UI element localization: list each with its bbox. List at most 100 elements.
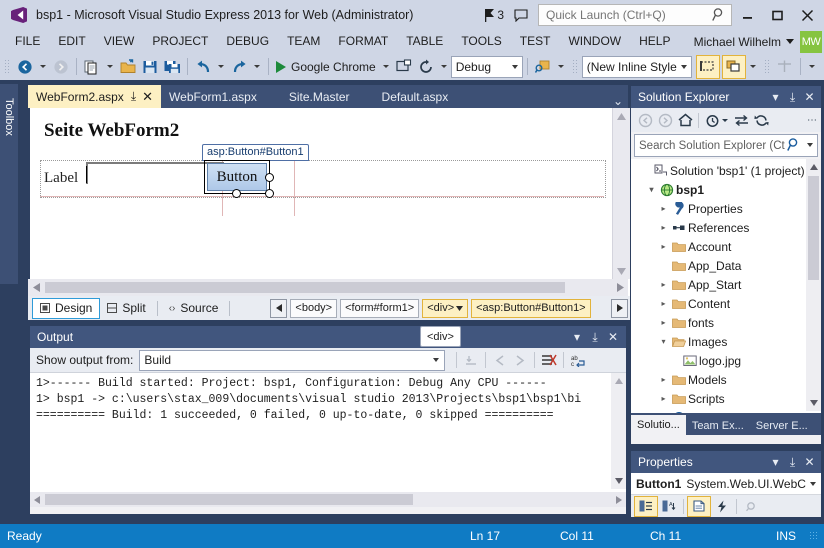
maximize-button[interactable] (762, 0, 792, 30)
breadcrumb-form[interactable]: <form#form1> (340, 298, 420, 318)
tree-item-fonts[interactable]: ▸ fonts (631, 313, 821, 332)
sync-with-active-document-icon[interactable] (731, 110, 751, 130)
panel-tab-solution-explorer[interactable]: Solutio... (631, 415, 686, 435)
properties-title-bar[interactable]: Properties ▾ ⤓ ✕ (631, 451, 821, 473)
style-application-button[interactable] (695, 54, 720, 79)
toolbox-tab[interactable]: Toolbox (0, 86, 18, 148)
panel-tab-server-explorer[interactable]: Server E... (750, 417, 814, 435)
tree-item-account[interactable]: ▸ Account (631, 237, 821, 256)
refresh-icon[interactable] (751, 110, 771, 130)
target-rule-button[interactable] (721, 54, 746, 79)
signed-in-user-name[interactable]: Michael Wilhelm (694, 35, 781, 49)
expander[interactable]: ▸ (657, 204, 670, 213)
chevron-down-icon[interactable] (786, 39, 794, 44)
close-icon[interactable]: ✕ (801, 451, 818, 473)
quick-launch-box[interactable] (538, 4, 732, 26)
attach-to-process-button[interactable] (532, 56, 554, 78)
breadcrumb-prev-button[interactable] (270, 298, 288, 318)
output-hscroll-thumb[interactable] (45, 494, 413, 505)
scroll-down-arrow-icon[interactable] (611, 473, 626, 489)
scroll-down-arrow-icon[interactable] (613, 263, 629, 279)
scroll-left-arrow-icon[interactable] (28, 280, 44, 296)
new-item-dropdown-icon[interactable] (107, 65, 113, 68)
navigate-backward-button[interactable] (14, 56, 36, 78)
categorized-view-button[interactable] (634, 495, 658, 517)
tree-item-models[interactable]: ▸ Models (631, 370, 821, 389)
new-item-button[interactable] (81, 56, 103, 78)
doc-tab-sitemaster[interactable]: Site.Master (265, 85, 358, 108)
search-icon[interactable] (787, 137, 801, 152)
minimize-button[interactable] (732, 0, 762, 30)
design-surface[interactable]: Seite WebForm2 Label asp:Button#Button1 … (28, 108, 630, 296)
expander[interactable]: ▾ (657, 337, 670, 346)
doc-tab-default[interactable]: Default.aspx (358, 85, 457, 108)
redo-button[interactable] (228, 56, 250, 78)
menu-debug[interactable]: DEBUG (217, 30, 278, 53)
pin-icon[interactable]: ⤓ (784, 451, 801, 473)
notifications-button[interactable]: 3 (485, 8, 504, 22)
chevron-down-icon[interactable] (680, 64, 687, 69)
style-toolbar-overflow-icon[interactable] (749, 65, 756, 68)
solution-explorer-search-box[interactable]: Search Solution Explorer (Ct (634, 134, 818, 157)
window-menu-icon[interactable]: ▾ (767, 86, 784, 108)
expander[interactable]: ▸ (657, 299, 670, 308)
redo-dropdown-icon[interactable] (254, 65, 260, 68)
open-file-button[interactable] (117, 56, 139, 78)
close-icon[interactable]: ✕ (801, 86, 818, 108)
asp-button-control[interactable]: Button (207, 163, 267, 191)
solution-tree-scrollbar[interactable] (806, 159, 821, 411)
properties-object-combo[interactable]: Button1 System.Web.UI.WebC (631, 473, 821, 495)
inline-style-combo[interactable]: (New Inline Style (581, 55, 692, 78)
menu-table[interactable]: TABLE (397, 30, 452, 53)
expander[interactable]: ▸ (657, 280, 670, 289)
refresh-dropdown-icon[interactable] (440, 65, 447, 68)
events-view-button[interactable] (711, 497, 733, 516)
menu-team[interactable]: TEAM (278, 30, 329, 53)
solution-tree[interactable]: Solution 'bsp1' (1 project) ▾ bsp1 ▸ Pro… (631, 159, 821, 413)
design-vertical-scrollbar[interactable] (612, 108, 630, 279)
breadcrumb-next-button[interactable] (611, 298, 628, 318)
resize-handle-southeast[interactable] (265, 189, 274, 198)
expander[interactable]: ▸ (657, 394, 670, 403)
toolbar-options-icon[interactable] (557, 65, 564, 68)
resize-handle-east[interactable] (265, 173, 274, 182)
menu-file[interactable]: FILE (6, 30, 49, 53)
browse-with-button[interactable] (393, 56, 415, 78)
properties-view-button[interactable] (687, 495, 711, 517)
scroll-up-arrow-icon[interactable] (613, 108, 629, 124)
scroll-right-arrow-icon[interactable] (612, 493, 626, 507)
pin-icon[interactable]: ⤓ (131, 89, 136, 104)
window-menu-icon[interactable]: ▾ (767, 451, 784, 473)
tree-item-content[interactable]: ▸ Content (631, 294, 821, 313)
menu-window[interactable]: WINDOW (559, 30, 630, 53)
doc-tab-webform2[interactable]: WebForm2.aspx ⤓ ✕ (28, 85, 162, 108)
scroll-left-arrow-icon[interactable] (30, 493, 44, 507)
chevron-down-icon[interactable] (722, 118, 728, 122)
tree-item-solution[interactable]: Solution 'bsp1' (1 project) (631, 161, 821, 180)
expander[interactable]: ▸ (657, 318, 670, 327)
save-button[interactable] (139, 56, 161, 78)
menu-format[interactable]: FORMAT (329, 30, 397, 53)
close-icon[interactable]: ✕ (604, 326, 622, 348)
breadcrumb-div[interactable]: <div> (422, 298, 469, 318)
expander[interactable]: ▸ (657, 223, 670, 232)
solution-configuration-combo[interactable]: Debug (450, 55, 523, 78)
expander[interactable]: ▸ (657, 375, 670, 384)
pending-changes-icon[interactable] (702, 110, 722, 130)
tab-overflow-icon[interactable]: ⌄ (608, 94, 628, 108)
pin-icon[interactable]: ⤓ (586, 326, 604, 348)
chevron-down-icon[interactable] (511, 64, 518, 69)
tree-item-scripts[interactable]: ▸ Scripts (631, 389, 821, 408)
chevron-down-icon[interactable] (807, 143, 813, 147)
output-panel-title-bar[interactable]: Output ▾ ⤓ ✕ (30, 326, 626, 348)
close-icon[interactable]: ✕ (142, 89, 153, 105)
toolbar-grip[interactable] (4, 58, 11, 75)
refresh-button[interactable] (415, 56, 437, 78)
navigate-backward-dropdown-icon[interactable] (40, 65, 46, 68)
menu-edit[interactable]: EDIT (49, 30, 94, 53)
chevron-down-icon[interactable] (433, 358, 440, 362)
avatar[interactable]: MW (800, 30, 822, 53)
resize-handle-south[interactable] (232, 189, 241, 198)
clear-all-icon[interactable] (539, 354, 559, 367)
tree-item-app-data[interactable]: App_Data (631, 256, 821, 275)
